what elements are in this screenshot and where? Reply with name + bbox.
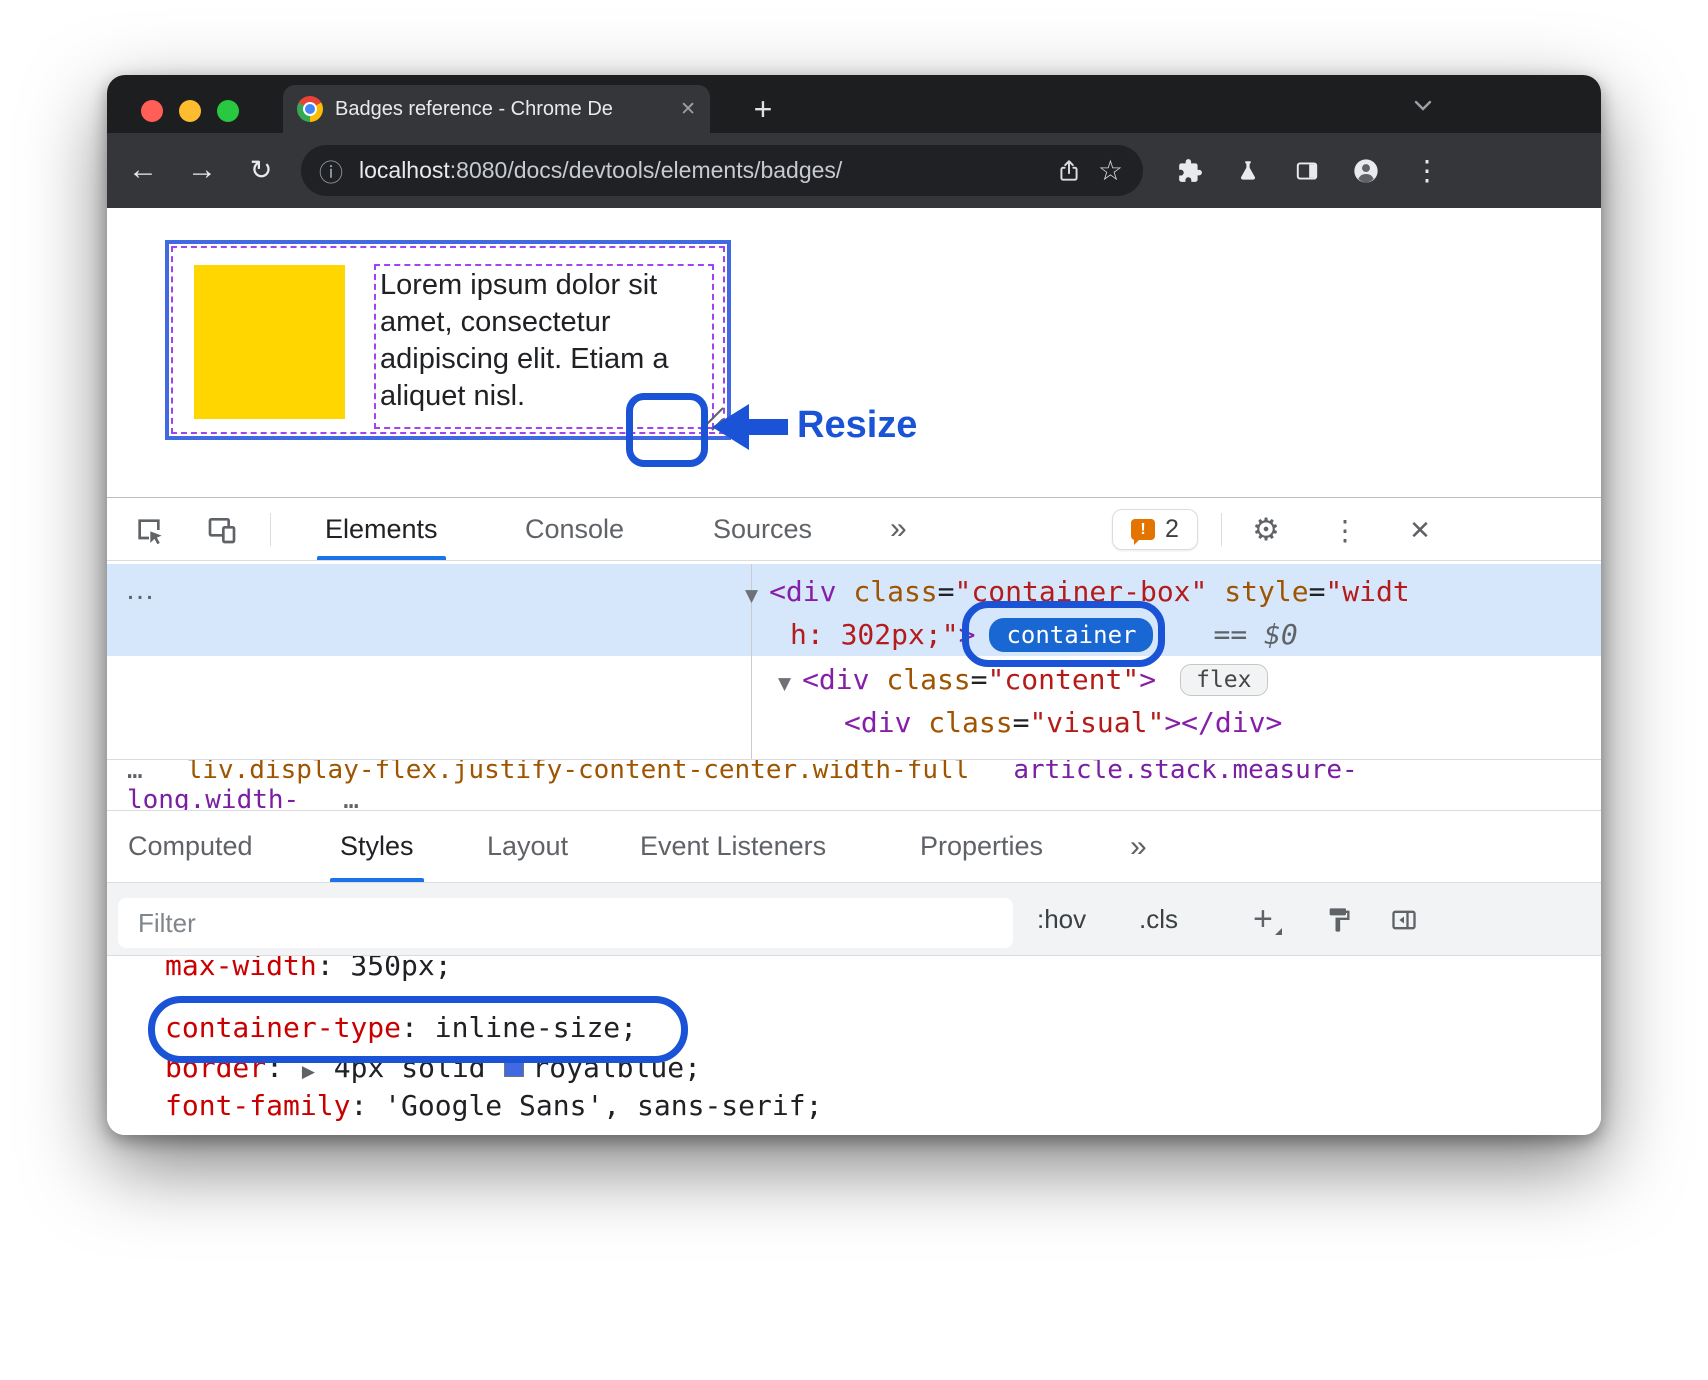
page-viewport: Lorem ipsum dolor sit amet, consectetur …	[107, 208, 1601, 497]
tab-title: Badges reference - Chrome De	[335, 98, 672, 121]
breadcrumb[interactable]: …liv.display-flex.justify-content-center…	[127, 759, 1601, 811]
tab-computed[interactable]: Computed	[128, 811, 253, 882]
annotation-resize-label: Resize	[797, 404, 917, 447]
reload-button[interactable]: ↻	[239, 145, 283, 195]
omnibox[interactable]: ⓘ localhost:8080/docs/devtools/elements/…	[301, 145, 1143, 196]
styles-more-tabs-chevron[interactable]: »	[1130, 811, 1147, 882]
css-code: border: ▶ 4px solid royalblue;	[165, 1051, 701, 1084]
styles-filter-bar: :hov .cls +	[107, 883, 1601, 956]
url-path: :8080/docs/devtools/elements/badges/	[450, 157, 843, 183]
css-declaration-max-width[interactable]: max-width: 350px;	[165, 956, 452, 984]
tree-overflow-ellipsis[interactable]: …	[125, 573, 155, 607]
tab-elements[interactable]: Elements	[325, 498, 438, 560]
browser-menu-icon[interactable]: ⋮	[1403, 145, 1451, 196]
url-text[interactable]: localhost:8080/docs/devtools/elements/ba…	[359, 157, 1056, 184]
macos-close-button[interactable]	[141, 100, 163, 122]
dom-breadcrumbs[interactable]: …liv.display-flex.justify-content-center…	[107, 759, 1601, 811]
issue-warning-icon: !	[1131, 519, 1155, 540]
toggle-hover-state-button[interactable]: :hov	[1037, 883, 1086, 955]
toolbar-divider	[1221, 513, 1222, 546]
issue-count: 2	[1165, 515, 1179, 544]
tab-console[interactable]: Console	[525, 498, 624, 560]
settings-gear-icon[interactable]: ⚙	[1248, 512, 1284, 548]
chrome-favicon-icon	[297, 96, 323, 122]
extensions-icon[interactable]	[1166, 145, 1214, 196]
forward-button[interactable]: →	[180, 145, 224, 195]
styles-filter-input[interactable]	[118, 898, 1013, 948]
visual-yellow-box	[194, 265, 345, 419]
dom-code: == $0	[1213, 618, 1297, 651]
paint-format-icon[interactable]	[1320, 901, 1358, 939]
dom-row-container-box-open[interactable]: ▼<div class="container-box" style="widt	[745, 570, 1410, 613]
container-badge[interactable]: container	[989, 618, 1153, 652]
tab-strip: Badges reference - Chrome De ✕ +	[107, 75, 1601, 133]
devtools-panel: Elements Console Sources » ! 2 ⚙ ⋮ ✕ … ▼…	[107, 497, 1601, 1135]
tab-styles[interactable]: Styles	[340, 811, 414, 882]
css-declaration-container-type[interactable]: container-type: inline-size;	[165, 1008, 637, 1046]
profile-avatar[interactable]	[1342, 145, 1390, 196]
css-code: container-type: inline-size;	[165, 1011, 637, 1044]
devtools-close-icon[interactable]: ✕	[1402, 512, 1438, 548]
side-panel-icon[interactable]	[1283, 145, 1331, 196]
more-tabs-chevron[interactable]: »	[890, 498, 907, 560]
styles-pane-tabs: Computed Styles Layout Event Listeners P…	[107, 811, 1601, 883]
flex-badge[interactable]: flex	[1180, 664, 1267, 696]
toolbar-divider	[270, 513, 271, 546]
chevron-down-icon[interactable]	[1413, 99, 1433, 113]
labs-flask-icon[interactable]	[1224, 145, 1272, 196]
macos-minimize-button[interactable]	[179, 100, 201, 122]
annotation-arrow-shaft	[748, 419, 788, 435]
back-button[interactable]: ←	[121, 145, 165, 195]
tab-properties[interactable]: Properties	[920, 811, 1043, 882]
tab-event-listeners[interactable]: Event Listeners	[640, 811, 826, 882]
dom-code: h: 302px;">	[790, 618, 975, 651]
css-code: max-width: 350px;	[165, 956, 452, 982]
lorem-text-block: Lorem ipsum dolor sit amet, consectetur …	[374, 264, 714, 429]
browser-tab[interactable]: Badges reference - Chrome De ✕	[283, 85, 710, 133]
toggle-class-button[interactable]: .cls	[1139, 883, 1178, 955]
bookmark-star-icon[interactable]: ☆	[1098, 154, 1123, 187]
devtools-menu-icon[interactable]: ⋮	[1327, 512, 1363, 548]
device-toolbar-icon[interactable]	[204, 512, 240, 548]
browser-window: Badges reference - Chrome De ✕ + ← → ↻ ⓘ…	[107, 75, 1601, 1135]
css-code: font-family: 'Google Sans', sans-serif;	[165, 1089, 822, 1122]
site-info-icon[interactable]: ⓘ	[319, 153, 343, 188]
inspect-element-icon[interactable]	[131, 512, 167, 548]
address-bar: ← → ↻ ⓘ localhost:8080/docs/devtools/ele…	[107, 133, 1601, 208]
devtools-toolbar: Elements Console Sources » ! 2 ⚙ ⋮ ✕	[107, 498, 1601, 561]
css-declaration-border[interactable]: border: ▶ 4px solid royalblue;	[165, 1048, 701, 1086]
dom-row-visual-div[interactable]: <div class="visual"></div>	[844, 701, 1282, 744]
toggle-sidebar-icon[interactable]	[1385, 901, 1423, 939]
resize-handle[interactable]	[695, 402, 725, 432]
new-style-rule-button[interactable]: +	[1253, 883, 1273, 955]
tab-sources[interactable]: Sources	[713, 498, 812, 560]
css-declaration-font-family[interactable]: font-family: 'Google Sans', sans-serif;	[165, 1086, 822, 1124]
css-rules-pane: max-width: 350px; container-type: inline…	[107, 956, 1601, 1135]
issues-badge[interactable]: ! 2	[1112, 509, 1198, 550]
share-icon[interactable]	[1056, 158, 1082, 184]
url-host: localhost	[359, 157, 450, 183]
macos-zoom-button[interactable]	[217, 100, 239, 122]
container-box-element: Lorem ipsum dolor sit amet, consectetur …	[165, 240, 731, 440]
dom-code: ▼<div class="container-box" style="widt	[745, 575, 1410, 608]
new-tab-button[interactable]: +	[741, 87, 785, 131]
dom-code: ▼<div class="content">	[778, 663, 1156, 696]
elements-tree: … ▼<div class="container-box" style="wid…	[107, 561, 1601, 759]
dom-row-content-div[interactable]: ▼<div class="content"> flex	[778, 658, 1268, 701]
tab-layout[interactable]: Layout	[487, 811, 568, 882]
dom-row-container-box-wrap[interactable]: h: 302px;"> container == $0	[790, 613, 1298, 656]
tab-close-icon[interactable]: ✕	[680, 98, 696, 121]
dom-code: <div class="visual"></div>	[844, 706, 1282, 739]
